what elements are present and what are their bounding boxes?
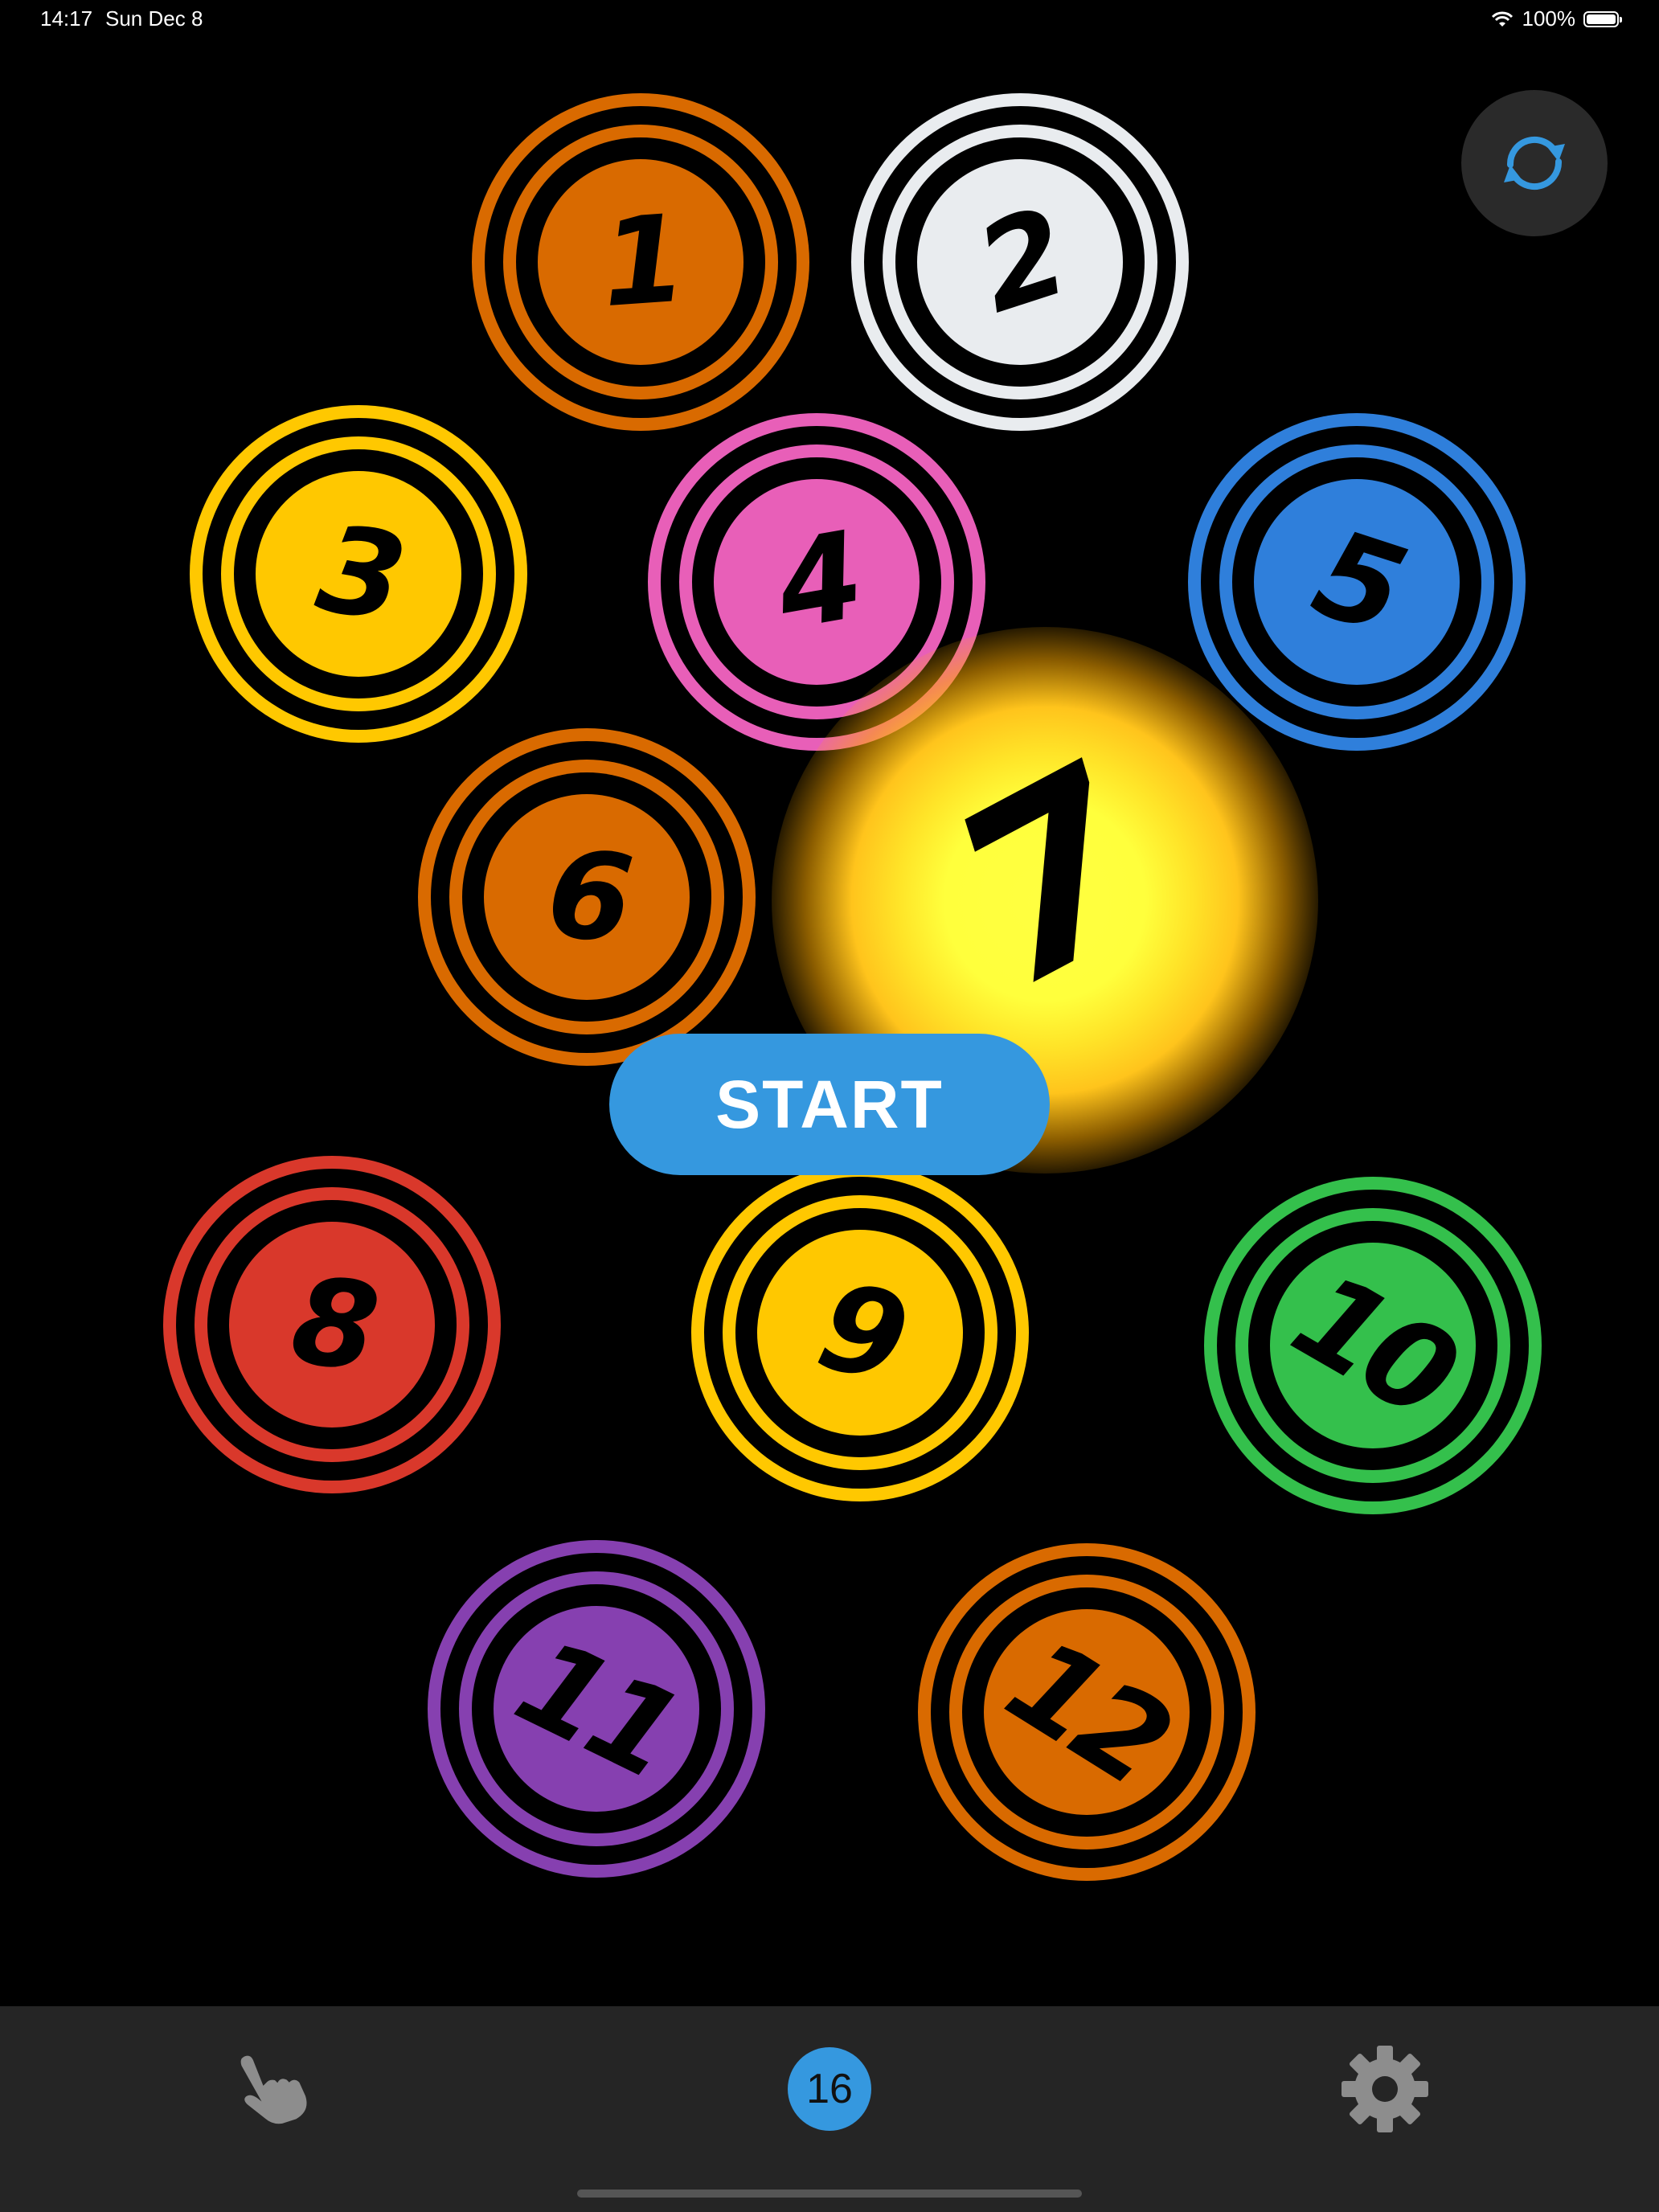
token-12[interactable]: 12 (918, 1543, 1256, 1881)
token-label: 12 (984, 1612, 1190, 1813)
settings-button[interactable] (1339, 2043, 1431, 2135)
status-time: 14:17 (40, 6, 93, 31)
token-label: 2 (961, 183, 1079, 341)
gear-icon (1342, 2046, 1428, 2132)
hand-pointer-icon (240, 2055, 307, 2124)
token-label: 7 (911, 715, 1192, 1042)
token-11[interactable]: 11 (428, 1540, 765, 1878)
token-label: 9 (805, 1255, 915, 1411)
token-label: 5 (1298, 503, 1415, 661)
status-right: 100% (1490, 6, 1622, 31)
token-label: 8 (284, 1250, 380, 1399)
token-5[interactable]: 5 (1188, 413, 1526, 751)
token-label: 10 (1271, 1246, 1475, 1445)
token-9[interactable]: 9 (691, 1164, 1029, 1501)
status-bar: 14:17 Sun Dec 8 100% (0, 0, 1659, 39)
wifi-icon (1491, 11, 1513, 27)
token-label: 1 (596, 189, 685, 335)
token-label: 6 (540, 823, 633, 971)
token-label: 4 (766, 506, 867, 658)
reset-button[interactable] (1461, 90, 1608, 236)
start-button[interactable]: START (609, 1034, 1050, 1175)
token-label: 11 (496, 1612, 697, 1806)
battery-icon (1583, 10, 1622, 27)
token-3[interactable]: 3 (190, 405, 527, 743)
token-10[interactable]: 10 (1204, 1177, 1542, 1514)
token-count-badge[interactable]: 16 (788, 2047, 871, 2131)
token-1[interactable]: 1 (472, 93, 809, 431)
token-2[interactable]: 2 (851, 93, 1189, 431)
token-8[interactable]: 8 (163, 1156, 501, 1493)
status-date: Sun Dec 8 (105, 6, 203, 31)
token-label: 3 (308, 498, 409, 650)
token-6[interactable]: 6 (418, 728, 756, 1066)
battery-percent: 100% (1522, 6, 1576, 31)
home-indicator (577, 2189, 1082, 2198)
touch-mode-button[interactable] (227, 2042, 315, 2130)
rotate-arrows-icon (1504, 136, 1565, 190)
